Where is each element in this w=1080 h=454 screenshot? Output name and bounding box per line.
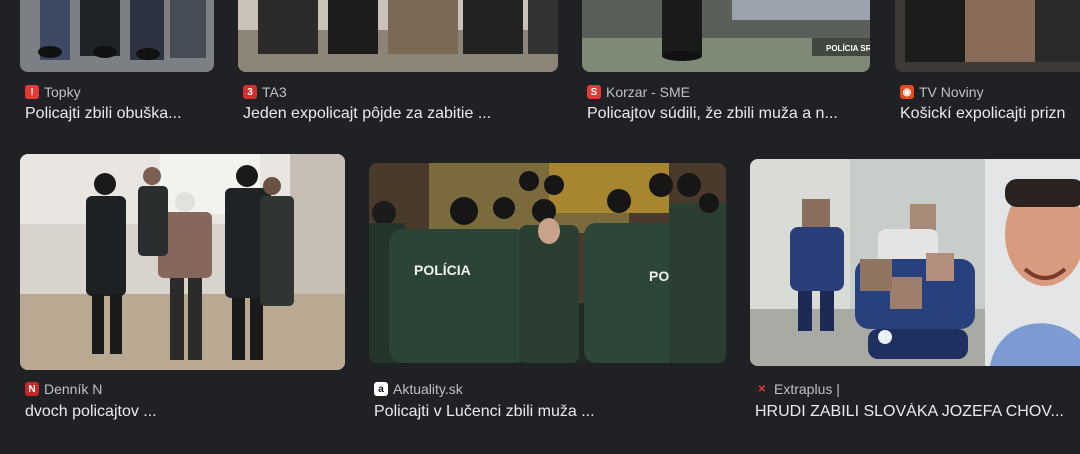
- image-text-policia-1: POLÍCIA: [414, 262, 471, 278]
- result-source: TV Noviny: [919, 84, 984, 100]
- result-image[interactable]: [895, 0, 1080, 72]
- result-image[interactable]: [20, 154, 345, 370]
- sme-favicon-icon: S: [587, 85, 601, 99]
- tv-noviny-favicon-icon: ◉: [900, 85, 914, 99]
- result-source: TA3: [262, 84, 287, 100]
- result-title[interactable]: dvoch policajtov ...: [25, 403, 345, 421]
- result-title[interactable]: HRUDI ZABILI SLOVÁKA JOZEFA CHOV...: [755, 403, 1080, 421]
- result-title[interactable]: Košickí expolicajti prizn: [900, 105, 1080, 123]
- result-source: Denník N: [44, 381, 103, 397]
- result-image[interactable]: POLÍCIA SR: [582, 0, 870, 72]
- result-image[interactable]: [750, 159, 1080, 366]
- extraplus-favicon-icon: ✕: [755, 382, 769, 396]
- result-image[interactable]: [238, 0, 558, 72]
- result-source: Topky: [44, 84, 81, 100]
- ta3-favicon-icon: 3: [243, 85, 257, 99]
- image-caption-policia-sr: POLÍCIA SR: [826, 44, 870, 53]
- result-image[interactable]: POLÍCIA POLÍCIA: [369, 163, 726, 363]
- result-source: Aktuality.sk: [393, 381, 463, 397]
- topky-favicon-icon: !: [25, 85, 39, 99]
- result-source: Korzar - SME: [606, 84, 691, 100]
- aktuality-favicon-icon: a: [374, 382, 388, 396]
- dennik-n-favicon-icon: N: [25, 382, 39, 396]
- result-title[interactable]: Policajti zbili obuška...: [25, 105, 215, 123]
- result-source: Extraplus |: [774, 381, 840, 397]
- result-title[interactable]: Jeden expolicajt pôjde za zabitie ...: [243, 105, 543, 123]
- result-title[interactable]: Policajtov súdili, že zbili muža a n...: [587, 105, 877, 123]
- result-title[interactable]: Policajti v Lučenci zbili muža ...: [374, 403, 724, 421]
- result-image[interactable]: [20, 0, 214, 72]
